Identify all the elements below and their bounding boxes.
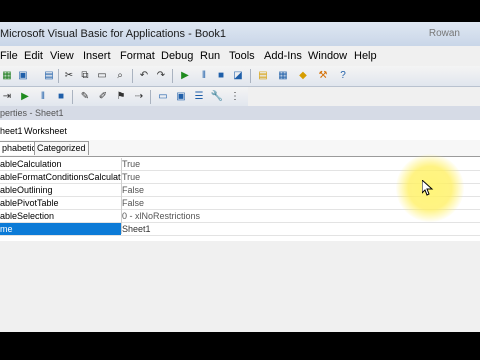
next-bookmark-icon[interactable]: ⇢	[132, 90, 146, 104]
user-name: Rowan	[428, 28, 460, 39]
toolbox-icon[interactable]: ⚒	[316, 69, 330, 83]
paste-icon[interactable]: ▭	[95, 69, 109, 83]
cut-icon[interactable]: ✂	[62, 69, 76, 83]
redo-icon[interactable]: ↷	[154, 69, 168, 83]
form-icon[interactable]: ▭	[156, 90, 170, 104]
property-name: me	[0, 223, 121, 235]
run-icon[interactable]: ▶	[178, 69, 192, 83]
property-name: ableCalculation	[0, 159, 62, 169]
help-icon[interactable]: ?	[336, 69, 350, 83]
property-name: ablePivotTable	[0, 198, 59, 208]
selected-property-row[interactable]: me Sheet1	[0, 223, 480, 236]
design-mode-icon[interactable]: ◪	[231, 69, 245, 83]
menu-window[interactable]: Window	[308, 50, 347, 62]
menu-view[interactable]: View	[50, 50, 74, 62]
run-icon[interactable]: ▶	[18, 90, 32, 104]
toolbar-separator	[250, 69, 251, 83]
properties-title: perties - Sheet1	[0, 108, 64, 118]
comment-icon[interactable]: ✎	[78, 90, 92, 104]
grid-divider	[121, 158, 122, 234]
mouse-cursor-icon	[422, 180, 434, 196]
property-name: ableOutlining	[0, 185, 53, 195]
menu-help[interactable]: Help	[354, 50, 377, 62]
toolbar-separator	[150, 90, 151, 104]
property-value[interactable]: Sheet1	[122, 223, 480, 235]
undo-icon[interactable]: ↶	[137, 69, 151, 83]
excel-icon[interactable]: ▦	[0, 69, 14, 83]
menu-tools[interactable]: Tools	[229, 50, 255, 62]
uncomment-icon[interactable]: ✐	[96, 90, 110, 104]
property-name: ableSelection	[0, 211, 55, 221]
toolbar-separator	[172, 69, 173, 83]
menu-debug[interactable]: Debug	[161, 50, 193, 62]
project-explorer-icon[interactable]: ▤	[256, 69, 270, 83]
object-browser-icon[interactable]: ◆	[296, 69, 310, 83]
toolbar-separator	[72, 90, 73, 104]
break-icon[interactable]: ‖	[197, 69, 211, 83]
pause-icon[interactable]: ‖	[36, 90, 50, 104]
menu-file[interactable]: File	[0, 50, 18, 62]
bookmark-icon[interactable]: ⚑	[114, 90, 128, 104]
wrench-icon[interactable]: 🔧	[210, 90, 224, 104]
properties-window-icon[interactable]: ▦	[276, 69, 290, 83]
toolbar-separator	[58, 69, 59, 83]
window-title: Microsoft Visual Basic for Applications …	[0, 28, 227, 40]
object-name: heet1	[0, 126, 23, 136]
menu-format[interactable]: Format	[120, 50, 155, 62]
save-icon[interactable]: ▤	[42, 69, 56, 83]
tab-categorized[interactable]: Categorized	[34, 141, 89, 155]
find-icon[interactable]: ⌕	[113, 69, 127, 83]
insert-module-icon[interactable]: ▣	[16, 69, 30, 83]
indent-icon[interactable]: ⇥	[0, 90, 14, 104]
menu-addins[interactable]: Add-Ins	[264, 50, 302, 62]
reset-icon[interactable]: ■	[214, 69, 228, 83]
menu-run[interactable]: Run	[200, 50, 220, 62]
image-icon[interactable]: ▣	[174, 90, 188, 104]
object-selector[interactable]	[0, 123, 480, 137]
toolbar-overflow-icon[interactable]: ⋮	[228, 90, 242, 104]
stop-icon[interactable]: ■	[54, 90, 68, 104]
menu-insert[interactable]: Insert	[83, 50, 111, 62]
toolbar-separator	[132, 69, 133, 83]
list-icon[interactable]: ☰	[192, 90, 206, 104]
properties-title-bar: perties - Sheet1	[0, 106, 480, 120]
copy-icon[interactable]: ⧉	[78, 69, 92, 83]
object-type: Worksheet	[24, 126, 67, 136]
property-name: ableFormatConditionsCalculation	[0, 172, 121, 182]
menu-edit[interactable]: Edit	[24, 50, 43, 62]
